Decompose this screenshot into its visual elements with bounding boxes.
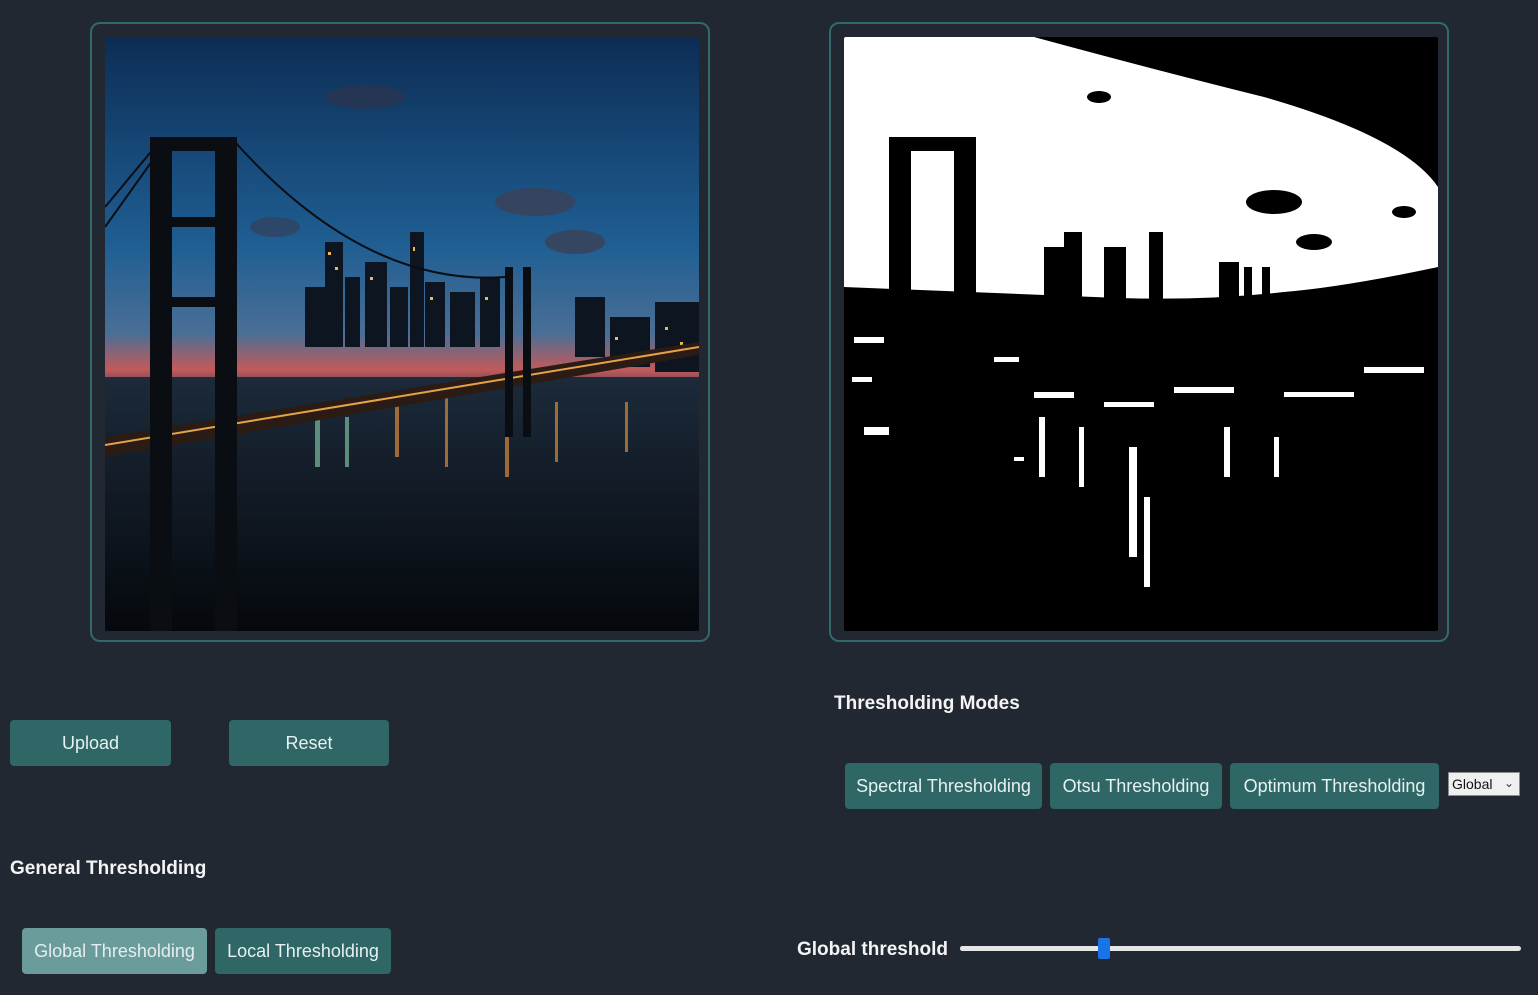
otsu-thresholding-button[interactable]: Otsu Thresholding: [1050, 763, 1222, 809]
optimum-thresholding-button[interactable]: Optimum Thresholding: [1230, 763, 1439, 809]
input-image: [105, 37, 699, 631]
threshold-scope-value: Global: [1452, 776, 1493, 792]
local-thresholding-button[interactable]: Local Thresholding: [215, 928, 391, 974]
slider-thumb[interactable]: [1098, 938, 1111, 959]
threshold-scope-select[interactable]: Global ⌄: [1448, 772, 1520, 796]
original-photo: [105, 37, 699, 631]
thresholding-modes-heading: Thresholding Modes: [834, 693, 1020, 714]
output-image: [844, 37, 1438, 631]
global-threshold-label: Global threshold: [797, 939, 948, 960]
reset-button[interactable]: Reset: [229, 720, 389, 766]
thresholded-photo: [844, 37, 1438, 631]
input-image-frame: [90, 22, 710, 642]
upload-button[interactable]: Upload: [10, 720, 171, 766]
slider-fill: [960, 946, 1105, 951]
global-thresholding-button[interactable]: Global Thresholding: [22, 928, 207, 974]
chevron-down-icon: ⌄: [1503, 776, 1514, 790]
output-image-frame: [829, 22, 1449, 642]
global-threshold-slider[interactable]: [960, 938, 1521, 959]
spectral-thresholding-button[interactable]: Spectral Thresholding: [845, 763, 1042, 809]
general-thresholding-heading: General Thresholding: [10, 858, 207, 879]
